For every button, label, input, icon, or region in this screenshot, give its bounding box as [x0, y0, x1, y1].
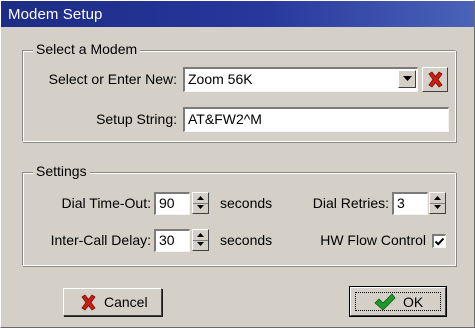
modem-combobox-value: Zoom 56K [188, 71, 253, 87]
intercall-delay-value: 30 [159, 232, 175, 248]
checkmark-icon [434, 237, 445, 246]
green-check-icon [374, 293, 396, 311]
dial-retries-value: 3 [397, 195, 405, 211]
arrow-up-icon [197, 233, 204, 237]
intercall-delay-down-button[interactable] [193, 240, 208, 250]
delete-modem-button[interactable] [422, 67, 448, 92]
ok-button-label: OK [403, 294, 424, 310]
arrow-up-icon [434, 196, 441, 200]
hw-flow-control-checkbox[interactable] [432, 234, 446, 248]
dial-timeout-spinner[interactable] [192, 192, 209, 214]
arrow-up-icon [197, 196, 204, 200]
red-x-icon [81, 294, 96, 311]
cancel-button-label: Cancel [104, 294, 148, 310]
ok-button[interactable]: OK [349, 286, 447, 317]
modem-setup-window: Modem Setup Select a Modem Select or Ent… [0, 0, 475, 328]
hw-flow-control-label: HW Flow Control [320, 232, 426, 248]
ok-button-focus-rect [355, 292, 441, 311]
dial-timeout-down-button[interactable] [193, 203, 208, 213]
dial-retries-label: Dial Retries: [312, 195, 389, 211]
dial-timeout-input[interactable]: 90 [154, 192, 190, 215]
title-bar[interactable]: Modem Setup [1, 1, 474, 27]
intercall-delay-label: Inter-Call Delay: [50, 232, 151, 248]
chevron-down-icon [403, 76, 412, 81]
select-modem-legend: Select a Modem [33, 41, 141, 57]
settings-group: Settings [22, 163, 456, 266]
dial-timeout-label: Dial Time-Out: [61, 195, 151, 211]
setup-string-value: AT&FW2^M [188, 111, 262, 127]
arrow-down-icon [197, 205, 204, 209]
select-modem-label: Select or Enter New: [48, 71, 177, 87]
dial-timeout-unit: seconds [220, 195, 273, 211]
dial-retries-down-button[interactable] [430, 203, 445, 213]
window-title: Modem Setup [8, 6, 103, 23]
intercall-delay-spinner[interactable] [192, 229, 209, 251]
dial-retries-spinner[interactable] [429, 192, 446, 214]
modem-dropdown-button[interactable] [398, 70, 416, 88]
setup-string-label: Setup String: [96, 111, 177, 127]
setup-string-input[interactable]: AT&FW2^M [183, 107, 449, 132]
dial-retries-input[interactable]: 3 [392, 192, 428, 215]
modem-combobox[interactable]: Zoom 56K [183, 67, 418, 92]
dial-timeout-value: 90 [159, 195, 175, 211]
arrow-down-icon [197, 242, 204, 246]
intercall-delay-input[interactable]: 30 [154, 229, 190, 252]
intercall-delay-unit: seconds [220, 232, 273, 248]
red-x-icon [428, 71, 443, 88]
arrow-down-icon [434, 205, 441, 209]
settings-legend: Settings [33, 163, 90, 179]
cancel-button[interactable]: Cancel [63, 288, 162, 316]
